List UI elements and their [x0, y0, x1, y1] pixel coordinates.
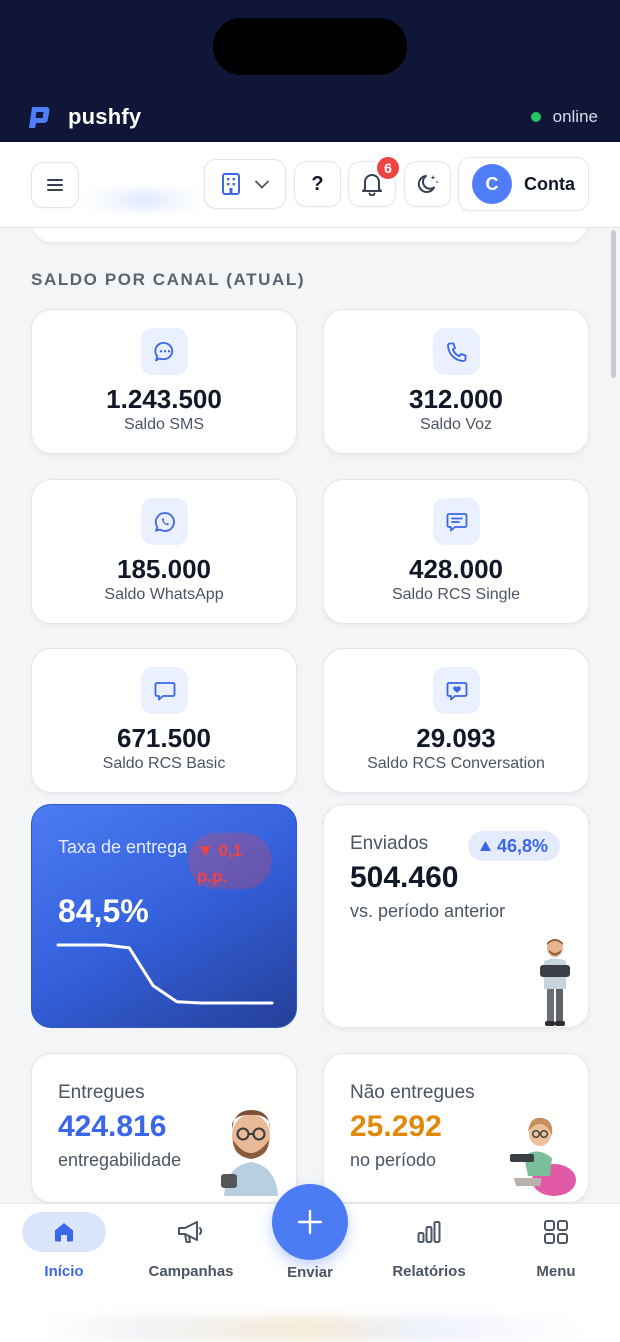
nav-home-pill: [22, 1212, 106, 1252]
nav-campaigns[interactable]: Campanhas: [141, 1212, 241, 1292]
delivered-card[interactable]: Entregues 424.816 entregabilidade: [31, 1053, 297, 1203]
sent-card[interactable]: Enviados 46,8% 504.460 vs. período anter…: [323, 804, 589, 1028]
channel-card-whatsapp[interactable]: 185.000 Saldo WhatsApp: [31, 479, 297, 624]
section-title: SALDO POR CANAL (ATUAL): [31, 270, 306, 289]
channel-label: Saldo WhatsApp: [104, 586, 224, 603]
channel-card-rcs-basic[interactable]: 671.500 Saldo RCS Basic: [31, 648, 297, 793]
man-with-glasses-illustration: [221, 1110, 278, 1196]
phone-icon: [433, 328, 480, 375]
theme-toggle-button[interactable]: [404, 161, 451, 207]
nav-home-label: Início: [44, 1263, 84, 1280]
undelivered-card[interactable]: Não entregues 25.292 no período: [323, 1053, 589, 1203]
delivery-rate-card[interactable]: Taxa de entrega ▼ 0,1 p.p. 84,5%: [31, 804, 297, 1028]
delivery-rate-value: 84,5%: [58, 893, 149, 929]
nav-campaigns-label: Campanhas: [148, 1263, 234, 1280]
megaphone-icon: [178, 1221, 203, 1243]
nav-send-label: Enviar: [287, 1264, 333, 1281]
sent-trend-badge: 46,8%: [468, 831, 561, 861]
home-indicator: [40, 1316, 580, 1342]
top-toolbar: ? C Conta: [0, 142, 620, 228]
channel-balance: 671.500: [117, 723, 211, 753]
bottom-navigation: Início Campanhas Enviar Relatórios Menu: [0, 1184, 620, 1342]
channel-label: Saldo RCS Single: [391, 586, 521, 603]
scrollbar[interactable]: [611, 230, 616, 378]
channel-balance: 1.243.500: [106, 384, 222, 414]
heart-message-icon: [433, 667, 480, 714]
channel-balance: 29.093: [416, 723, 496, 753]
sent-trend-value: 46,8%: [497, 835, 549, 856]
undelivered-value: 25.292: [350, 1110, 442, 1143]
status-label: online: [552, 107, 598, 126]
bar-chart-icon: [417, 1221, 441, 1243]
account-button[interactable]: C Conta: [458, 157, 589, 211]
message-square-icon: [141, 667, 188, 714]
channel-card-voice[interactable]: 312.000 Saldo Voz: [323, 309, 589, 454]
triangle-up-icon: [480, 841, 491, 851]
online-dot-icon: [530, 112, 541, 122]
nav-home[interactable]: Início: [14, 1212, 114, 1292]
undelivered-subtitle: no período: [350, 1150, 437, 1170]
camera-notch: [213, 18, 407, 75]
help-icon: ?: [311, 172, 324, 195]
channel-balance: 185.000: [117, 554, 211, 584]
brand: pushfy: [26, 104, 141, 130]
channel-card-rcs-conversation[interactable]: 29.093 Saldo RCS Conversation: [323, 648, 589, 793]
home-icon: [55, 1223, 73, 1242]
organization-selector[interactable]: [204, 159, 286, 209]
pushfy-logo-icon: [29, 107, 50, 128]
nav-reports-pill: [387, 1212, 471, 1252]
delivered-subtitle: entregabilidade: [58, 1150, 182, 1170]
nav-reports[interactable]: Relatórios: [379, 1212, 479, 1292]
whatsapp-icon: [141, 498, 188, 545]
message-lines-icon: [433, 498, 480, 545]
channel-card-rcs-single[interactable]: 428.000 Saldo RCS Single: [323, 479, 589, 624]
nav-menu[interactable]: Menu: [506, 1212, 606, 1292]
channel-label: Saldo RCS Conversation: [367, 755, 545, 772]
delivery-rate-title: Taxa de entrega: [58, 837, 188, 857]
sent-value: 504.460: [350, 861, 459, 894]
account-label: Conta: [524, 173, 575, 194]
plus-icon: [297, 1209, 323, 1235]
nav-menu-pill: [514, 1212, 598, 1252]
chat-bubble-icon: [141, 328, 188, 375]
nav-reports-label: Relatórios: [392, 1263, 466, 1280]
previous-card-edge: [33, 228, 587, 242]
avatar: C: [472, 164, 512, 204]
hamburger-menu-button[interactable]: [31, 162, 79, 208]
sent-title: Enviados: [350, 833, 429, 854]
channel-card-sms[interactable]: 1.243.500 Saldo SMS: [31, 309, 297, 454]
delivery-rate-sparkline: [56, 943, 274, 1005]
channel-label: Saldo Voz: [419, 416, 493, 433]
man-with-tablet-illustration: [540, 939, 570, 1026]
hamburger-icon: [47, 179, 63, 191]
channel-label: Saldo SMS: [123, 416, 205, 433]
dashboard-content[interactable]: SALDO POR CANAL (ATUAL) 1.243.500 Saldo …: [0, 228, 620, 1203]
channel-label: Saldo RCS Basic: [102, 755, 226, 772]
nav-menu-label: Menu: [536, 1263, 576, 1280]
connection-status: online: [530, 107, 598, 127]
chevron-down-icon: [255, 180, 269, 189]
grid-icon: [544, 1220, 568, 1244]
app-status-bar: pushfy online: [0, 0, 620, 142]
woman-on-beanbag-illustration: [510, 1117, 576, 1196]
building-icon: [222, 173, 240, 195]
app-name: pushfy: [68, 104, 142, 129]
delivered-value: 424.816: [58, 1110, 167, 1143]
delivered-title: Entregues: [58, 1082, 145, 1103]
channel-balance: 428.000: [409, 554, 503, 584]
blurred-search-hint: [84, 190, 204, 210]
nav-campaigns-pill: [149, 1212, 233, 1252]
help-button[interactable]: ?: [294, 161, 341, 207]
notification-count-badge: 6: [375, 155, 401, 181]
send-fab-button[interactable]: [272, 1184, 348, 1260]
undelivered-title: Não entregues: [350, 1082, 475, 1103]
delivery-rate-delta: ▼ 0,1 p.p.: [197, 841, 243, 886]
channel-balance: 312.000: [409, 384, 503, 414]
sparkline-path: [56, 943, 274, 1005]
moon-stars-icon: [417, 175, 438, 193]
sent-subtitle: vs. período anterior: [350, 901, 506, 921]
